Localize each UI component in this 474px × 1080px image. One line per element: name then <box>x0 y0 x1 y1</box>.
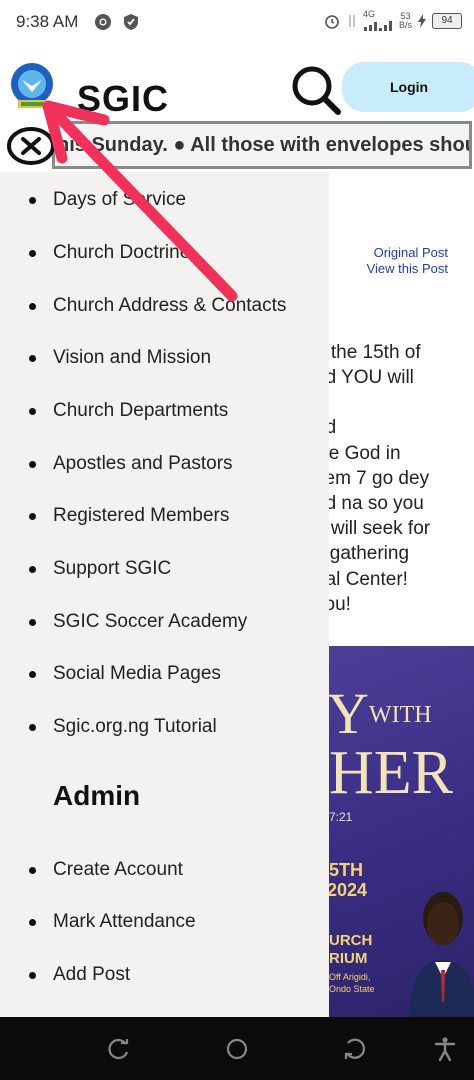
menu-label: Add Post <box>53 964 131 985</box>
event-poster[interactable]: Y WITH HER 7:21 5TH 2024 URCH RIUM Off A… <box>329 646 474 1017</box>
bullet <box>29 670 36 678</box>
back-icon[interactable] <box>342 1036 368 1062</box>
recent-apps-icon[interactable] <box>106 1036 132 1062</box>
bullet <box>29 866 36 874</box>
bullet <box>29 460 36 468</box>
menu-label: Mark Attendance <box>53 911 196 932</box>
status-time: 9:38 AM <box>16 12 79 31</box>
status-bar: 9:38 AM 4G 53 B/s 94 <box>0 0 474 48</box>
post-line: nd YOU will <box>329 367 414 389</box>
poster-line1-small: WITH <box>369 702 432 728</box>
post-line: n the 15th of <box>329 342 421 363</box>
bullet <box>29 565 36 573</box>
admin-heading: Admin <box>53 780 141 811</box>
poster-date1: 5TH <box>329 860 364 880</box>
system-nav-bar <box>0 1017 474 1080</box>
bullet <box>29 918 36 926</box>
menu-label: Church Doctrine <box>53 242 191 263</box>
menu-label: Apostles and Pastors <box>53 453 233 474</box>
bullet <box>29 407 36 415</box>
bullet <box>29 196 36 204</box>
search-icon[interactable] <box>288 62 344 118</box>
bullet <box>29 302 36 310</box>
bullet <box>29 354 36 362</box>
bullet <box>29 971 36 979</box>
menu-item-support-sgic[interactable]: Support SGIC <box>29 554 171 584</box>
post-line: od na so you <box>329 493 424 515</box>
side-drawer: Days of Service Church Doctrine Church A… <box>0 172 329 1017</box>
home-icon[interactable] <box>224 1036 250 1062</box>
menu-item-apostles-pastors[interactable]: Apostles and Pastors <box>29 449 233 479</box>
menu-item-create-account[interactable]: Create Account <box>29 855 183 885</box>
accessibility-icon[interactable] <box>432 1036 458 1062</box>
alarm-icon <box>325 14 339 29</box>
post-line: nal Center! <box>329 568 408 590</box>
bullet <box>29 249 36 257</box>
post-line: you! <box>329 593 351 615</box>
data-arrows-icon <box>349 14 355 27</box>
post-line <box>329 390 474 415</box>
menu-label: Registered Members <box>53 505 230 526</box>
menu-label: Church Address & Contacts <box>53 295 287 316</box>
menu-label: Vision and Mission <box>53 347 212 368</box>
menu-label: Support SGIC <box>53 558 172 579</box>
signal-icon <box>363 21 392 31</box>
menu-item-registered-members[interactable]: Registered Members <box>29 501 229 531</box>
poster-venue1: URCH <box>329 932 373 949</box>
speed-unit: B/s <box>398 19 412 30</box>
menu-item-church-departments[interactable]: Church Departments <box>29 396 228 426</box>
menu-item-soccer-academy[interactable]: SGIC Soccer Academy <box>29 607 247 637</box>
signal-group: 4G <box>363 10 393 31</box>
bullet <box>29 512 36 520</box>
menu-label: SGIC Soccer Academy <box>53 611 248 632</box>
menu-label: Create Account <box>53 859 183 880</box>
menu-item-days-of-service[interactable]: Days of Service <box>29 185 186 215</box>
menu-item-tutorial[interactable]: Sgic.org.ng Tutorial <box>29 712 217 742</box>
marquee-text: his Sunday. ● All those with envelopes s… <box>57 134 472 156</box>
post-line: u will seek for <box>329 518 431 540</box>
menu-item-mark-attendance[interactable]: Mark Attendance <box>29 907 196 937</box>
status-right: 4G 53 B/s 94 <box>323 10 462 31</box>
menu-label: Social Media Pages <box>53 663 221 684</box>
login-button[interactable]: Login <box>342 62 474 112</box>
poster-addr1: Off Arigidi, <box>329 972 371 982</box>
post-line: nd <box>329 417 337 439</box>
poster-ref: 7:21 <box>329 810 353 824</box>
menu-item-social-media[interactable]: Social Media Pages <box>29 659 221 689</box>
poster-line1: Y <box>329 681 369 746</box>
menu-label: Days of Service <box>53 189 187 210</box>
menu-item-vision-mission[interactable]: Vision and Mission <box>29 343 211 373</box>
menu-label: Church Departments <box>53 400 229 421</box>
post-text: n the 15th of nd YOU will nd ise God in … <box>329 340 474 617</box>
poster-line2: HER <box>329 739 453 807</box>
menu-item-add-post[interactable]: Add Post <box>29 960 130 990</box>
shield-icon <box>124 14 138 30</box>
network-type: 4G <box>362 9 375 19</box>
charging-icon <box>418 13 426 28</box>
menu-item-church-address[interactable]: Church Address & Contacts <box>29 291 286 321</box>
menu-item-church-doctrine[interactable]: Church Doctrine <box>29 238 190 268</box>
post-line: ltem 7 go dey <box>329 467 430 489</box>
net-speed: 53 B/s <box>398 11 412 30</box>
announcement-marquee: his Sunday. ● All those with envelopes s… <box>52 121 472 169</box>
close-menu-icon[interactable] <box>6 125 56 167</box>
bullet <box>29 618 36 626</box>
view-post-link[interactable]: View this Post <box>367 261 448 276</box>
original-post-link[interactable]: Original Post <box>374 245 448 260</box>
site-header: SGIC Login <box>0 48 474 120</box>
chrome-icon <box>95 14 111 30</box>
pastor-photo <box>409 892 474 1017</box>
church-logo[interactable] <box>10 62 54 112</box>
post-line: s gathering <box>329 543 410 565</box>
poster-date2: 2024 <box>329 880 368 900</box>
site-brand[interactable]: SGIC <box>77 78 169 120</box>
post-line: ise God in <box>329 442 401 464</box>
poster-venue2: RIUM <box>329 950 368 967</box>
menu-label: Sgic.org.ng Tutorial <box>53 716 217 737</box>
poster-addr2: Ondo State <box>329 984 375 994</box>
bullet <box>29 723 36 731</box>
main-content: Original Post View this Post n the 15th … <box>329 172 474 1017</box>
battery-indicator: 94 <box>432 12 462 29</box>
